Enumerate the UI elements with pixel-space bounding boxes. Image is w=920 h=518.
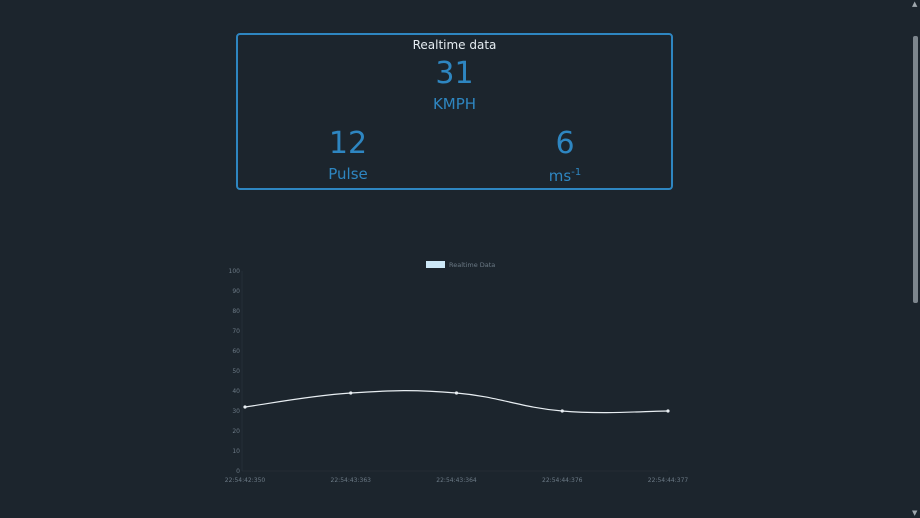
pulse-unit: Pulse: [328, 165, 368, 183]
chart-svg: Realtime Data 1009080706050403020100 22:…: [225, 261, 689, 484]
pulse-value: 12: [328, 126, 368, 161]
data-point[interactable]: [454, 391, 459, 395]
y-tick-label: 40: [232, 388, 240, 395]
accel-unit: ms-1: [515, 168, 615, 184]
legend-swatch: [426, 261, 445, 268]
speed-unit: KMPH: [432, 95, 477, 113]
y-tick-label: 10: [232, 448, 240, 455]
data-point[interactable]: [243, 405, 247, 409]
y-tick-label: 60: [232, 348, 240, 355]
chart-legend[interactable]: Realtime Data: [426, 261, 495, 269]
y-tick-label: 80: [232, 308, 240, 315]
scrollbar-thumb[interactable]: [913, 36, 918, 303]
x-tick-label: 22:54:43:363: [331, 477, 372, 484]
y-tick-label: 90: [232, 288, 240, 295]
y-tick-label: 30: [232, 408, 240, 415]
x-tick-label: 22:54:44:376: [542, 477, 583, 484]
x-tick-label: 22:54:42:350: [225, 477, 266, 484]
series-realtime-data: [243, 389, 670, 414]
data-point[interactable]: [349, 391, 353, 395]
y-axis: 1009080706050403020100: [229, 268, 243, 475]
scroll-up-arrow-icon[interactable]: ▲: [912, 1, 917, 8]
y-tick-label: 50: [232, 368, 240, 375]
y-tick-label: 100: [229, 268, 241, 275]
y-tick-label: 70: [232, 328, 240, 335]
y-tick-label: 20: [232, 428, 240, 435]
data-point[interactable]: [560, 409, 564, 413]
speed-value: 31: [435, 56, 474, 91]
card-title: Realtime data: [412, 38, 497, 52]
y-tick-label: 0: [236, 468, 240, 475]
realtime-line-chart: Realtime Data 100 90 80 70 60 50 40 30 20 10 0 22:…: [220, 255, 690, 490]
page: Realtime data 31 KMPH 12 Pulse 6 ms-1 Re…: [0, 0, 920, 518]
data-point[interactable]: [666, 409, 670, 413]
realtime-card: Realtime data 31 KMPH 12 Pulse 6 ms-1: [236, 33, 673, 190]
accel-unit-base: ms: [548, 167, 572, 185]
accel-value: 6: [555, 126, 575, 161]
accel-unit-exponent: -1: [571, 167, 582, 178]
vertical-scrollbar[interactable]: ▲ ▼: [910, 0, 920, 518]
legend-label: Realtime Data: [449, 261, 495, 269]
x-tick-label: 22:54:43:364: [436, 477, 477, 484]
x-tick-label: 22:54:44:377: [648, 477, 689, 484]
x-axis: 22:54:42:350 22:54:43:363 22:54:43:364 22:5…: [225, 470, 689, 484]
scroll-down-arrow-icon[interactable]: ▼: [912, 510, 917, 517]
